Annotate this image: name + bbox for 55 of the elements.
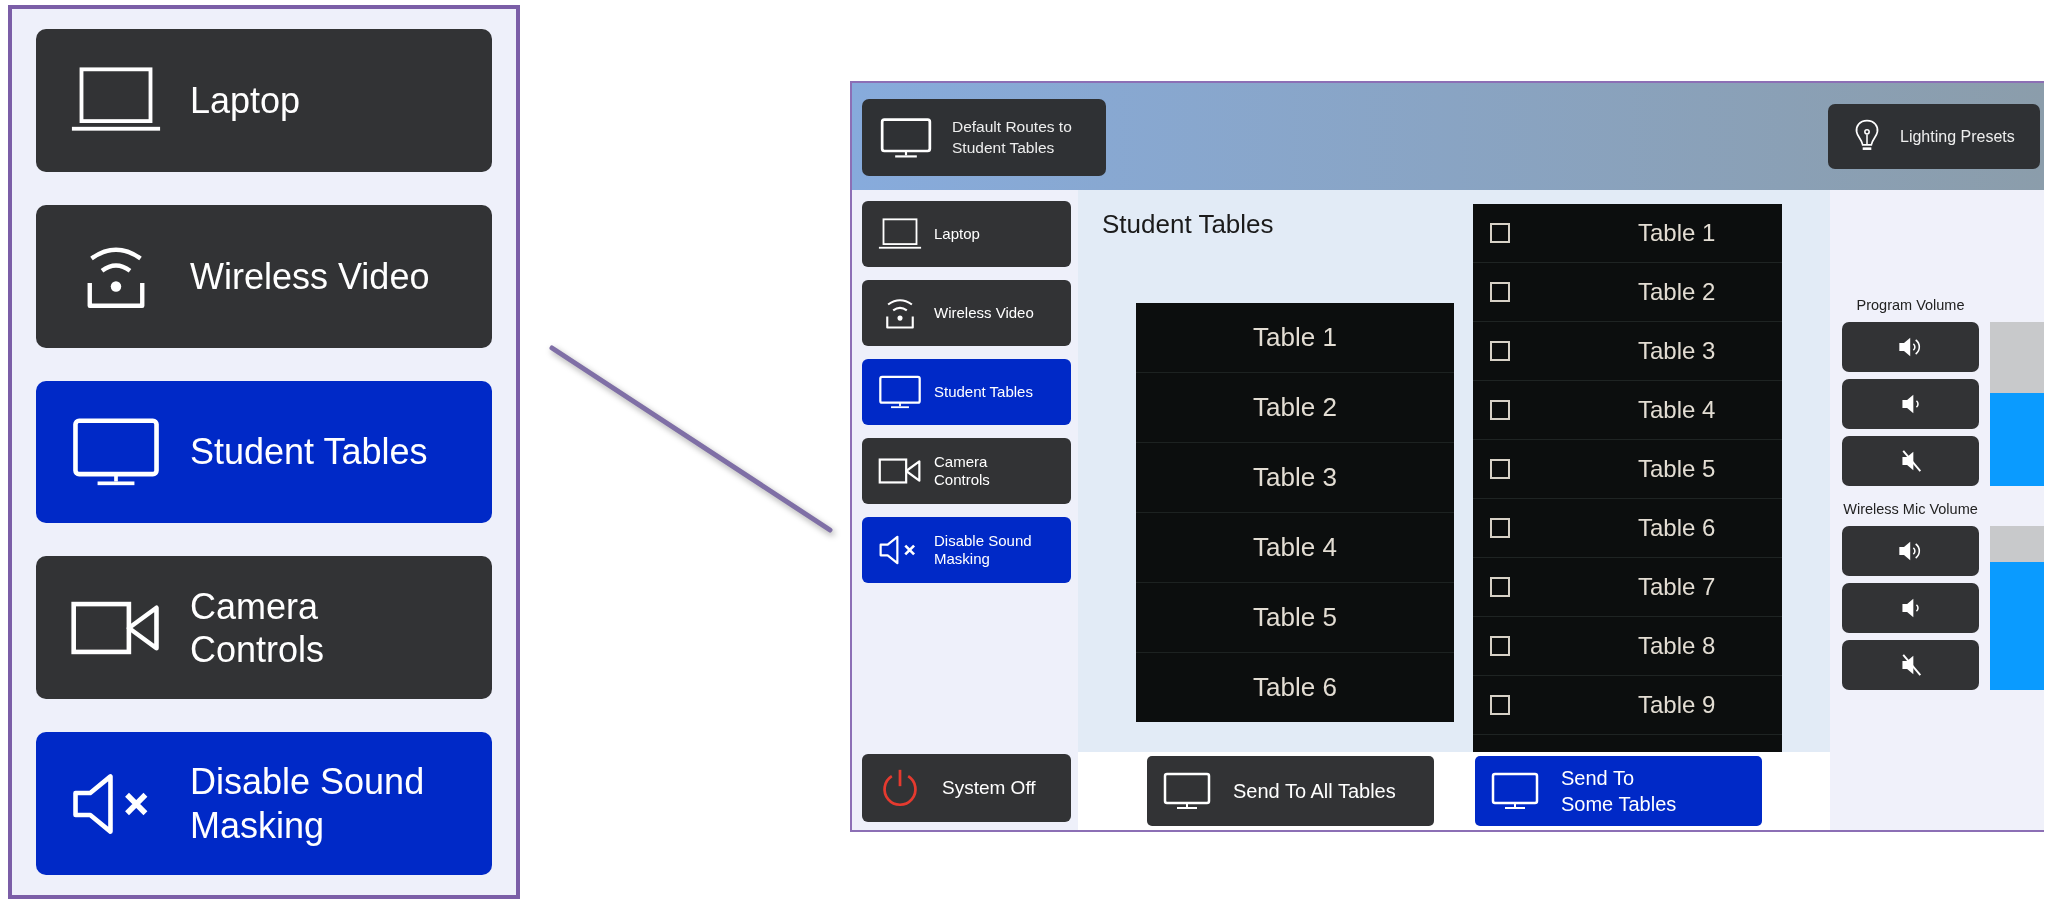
table-label: Table 3 bbox=[1638, 337, 1716, 365]
monitor-icon bbox=[1491, 772, 1539, 810]
source-button[interactable]: Camera Controls bbox=[862, 438, 1071, 504]
source-button[interactable]: Camera Controls bbox=[36, 556, 492, 700]
checkbox[interactable] bbox=[1490, 459, 1510, 479]
laptop-icon bbox=[878, 217, 922, 251]
table-list-item[interactable]: Table 2 bbox=[1136, 373, 1454, 443]
table-label: Table 9 bbox=[1638, 691, 1716, 719]
checkbox[interactable] bbox=[1490, 636, 1510, 656]
monitor-icon bbox=[880, 116, 932, 159]
monitor-icon bbox=[70, 417, 162, 487]
table-label: Table 4 bbox=[1638, 396, 1716, 424]
checkbox[interactable] bbox=[1490, 341, 1510, 361]
table-label: Table 8 bbox=[1638, 632, 1716, 660]
source-button[interactable]: Wireless Video bbox=[862, 280, 1071, 346]
table-label: Table 5 bbox=[1638, 455, 1716, 483]
table-label: Table 7 bbox=[1638, 573, 1716, 601]
mute-button[interactable] bbox=[1842, 640, 1979, 690]
volume-label: Wireless Mic Volume bbox=[1842, 500, 1979, 519]
monitor-icon bbox=[1163, 772, 1211, 810]
volume-label: Program Volume bbox=[1855, 296, 1966, 315]
lighting-presets-button[interactable]: Lighting Presets bbox=[1828, 104, 2040, 169]
checkbox[interactable] bbox=[1490, 282, 1510, 302]
volume-up-button[interactable] bbox=[1842, 322, 1979, 372]
table-label: Table 1 bbox=[1638, 219, 1716, 247]
source-button[interactable]: Disable Sound Masking bbox=[862, 517, 1071, 583]
checkbox[interactable] bbox=[1490, 695, 1510, 715]
source-button[interactable]: Laptop bbox=[36, 29, 492, 172]
page-title: Student Tables bbox=[1102, 208, 1275, 241]
volume-down-button[interactable] bbox=[1842, 379, 1979, 429]
checkbox[interactable] bbox=[1490, 577, 1510, 597]
volume-up-button[interactable] bbox=[1842, 526, 1979, 576]
checkbox[interactable] bbox=[1490, 223, 1510, 243]
source-button[interactable]: Student Tables bbox=[36, 380, 492, 524]
table-list-item[interactable]: Table 6 bbox=[1136, 653, 1454, 722]
checkbox[interactable] bbox=[1490, 518, 1510, 538]
monitor-icon bbox=[878, 375, 922, 409]
default-routes-button[interactable]: Default Routes to Student Tables bbox=[862, 99, 1106, 176]
table-list-item[interactable]: Table 5 bbox=[1136, 583, 1454, 653]
power-icon bbox=[880, 768, 920, 808]
source-button[interactable]: Student Tables bbox=[862, 359, 1071, 425]
source-button[interactable]: Wireless Video bbox=[36, 204, 492, 348]
table-label: Table 6 bbox=[1638, 514, 1716, 542]
mute-button[interactable] bbox=[1842, 436, 1979, 486]
table-list-item[interactable]: Table 4 bbox=[1136, 513, 1454, 583]
source-button[interactable]: Laptop bbox=[862, 201, 1071, 267]
send-button[interactable]: Send To Some Tables bbox=[1475, 756, 1762, 826]
table-list-item[interactable]: Table 3 bbox=[1136, 443, 1454, 513]
volume-down-button[interactable] bbox=[1842, 583, 1979, 633]
table-label: Table 2 bbox=[1638, 278, 1716, 306]
checkbox[interactable] bbox=[1490, 400, 1510, 420]
send-button[interactable]: Send To All Tables bbox=[1147, 756, 1434, 826]
source-button[interactable]: Disable Sound Masking bbox=[36, 732, 492, 875]
system-off-button[interactable]: System Off bbox=[862, 754, 1071, 822]
table-list-item[interactable]: Table 1 bbox=[1136, 303, 1454, 373]
